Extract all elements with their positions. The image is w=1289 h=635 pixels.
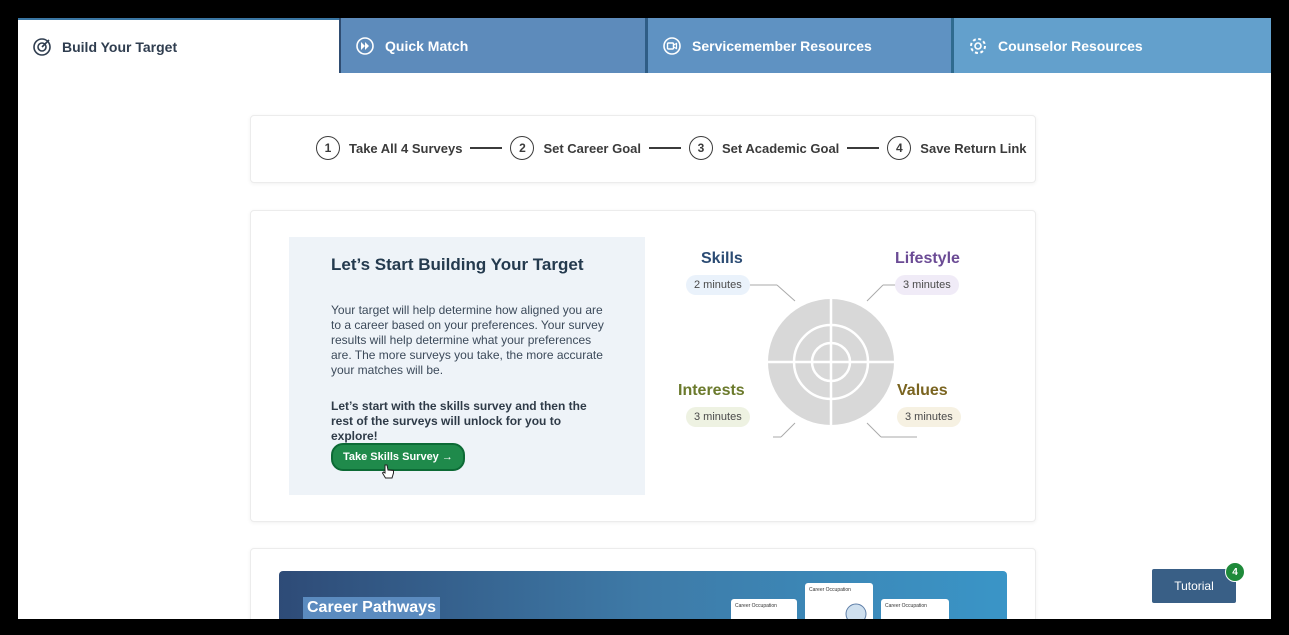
step-1: 1 Take All 4 Surveys xyxy=(316,136,462,160)
values-time-pill: 3 minutes xyxy=(897,407,961,427)
gear-icon xyxy=(970,37,986,54)
card-title: Career Occupation xyxy=(885,603,927,609)
career-card-preview: Career Occupation xyxy=(805,583,873,619)
card-title: Career Occupation xyxy=(735,603,777,609)
step-connector xyxy=(847,147,880,149)
step-4: 4 Save Return Link xyxy=(887,136,1027,160)
step-connector xyxy=(470,147,503,149)
fast-forward-icon xyxy=(356,36,374,55)
skills-label: Skills xyxy=(701,250,743,267)
career-pathways-banner: Career Pathways Career Occupation Career… xyxy=(279,571,1007,619)
step-label: Take All 4 Surveys xyxy=(349,140,463,156)
tab-quick-match[interactable]: Quick Match xyxy=(339,18,645,73)
intro-instructions: Let’s start with the skills survey and t… xyxy=(331,399,587,443)
step-2: 2 Set Career Goal xyxy=(510,136,641,160)
career-pathways-title: Career Pathways xyxy=(303,597,440,619)
take-skills-survey-button[interactable]: Take Skills Survey → xyxy=(331,443,465,471)
tab-label: Build Your Target xyxy=(62,38,178,55)
tab-build-your-target[interactable]: Build Your Target xyxy=(18,18,339,73)
app-frame: Build Your Target Quick Match Servicemem… xyxy=(18,18,1271,619)
step-label: Set Career Goal xyxy=(543,140,641,156)
tutorial-badge: 4 xyxy=(1225,562,1245,582)
interests-time-pill: 3 minutes xyxy=(686,407,750,427)
step-3: 3 Set Academic Goal xyxy=(689,136,839,160)
step-label: Set Academic Goal xyxy=(722,140,840,156)
lifestyle-label: Lifestyle xyxy=(895,250,960,267)
tab-servicemember-resources[interactable]: Servicemember Resources xyxy=(645,18,951,73)
build-target-card: Let’s Start Building Your Target Your ta… xyxy=(250,210,1036,522)
card-title: Career Occupation xyxy=(809,587,851,593)
tab-label: Servicemember Resources xyxy=(692,37,872,54)
video-icon xyxy=(663,36,681,55)
step-number: 3 xyxy=(689,136,713,160)
values-label: Values xyxy=(897,382,948,399)
tab-counselor-resources[interactable]: Counselor Resources xyxy=(951,18,1271,73)
step-label: Save Return Link xyxy=(920,140,1027,156)
progress-stepper: 1 Take All 4 Surveys 2 Set Career Goal 3… xyxy=(250,115,1036,183)
lifestyle-time-pill: 3 minutes xyxy=(895,275,959,295)
step-connector xyxy=(649,147,681,149)
career-pathways-card: Career Pathways Career Occupation Career… xyxy=(250,548,1036,619)
pie-thumbnail-icon xyxy=(845,603,867,619)
intro-title: Let’s Start Building Your Target xyxy=(331,255,584,274)
target-icon xyxy=(33,37,51,56)
tab-label: Counselor Resources xyxy=(998,37,1143,54)
interests-label: Interests xyxy=(678,382,745,399)
target-diagram: Skills 2 minutes Lifestyle 3 minutes Int… xyxy=(678,250,991,469)
career-card-preview: Career Occupation xyxy=(731,599,797,619)
tab-label: Quick Match xyxy=(385,37,469,54)
step-number: 4 xyxy=(887,136,912,160)
tutorial-button[interactable]: Tutorial xyxy=(1152,569,1236,603)
career-card-preview: Career Occupation xyxy=(881,599,949,619)
intro-panel: Let’s Start Building Your Target Your ta… xyxy=(289,237,645,495)
step-number: 2 xyxy=(510,136,535,160)
step-number: 1 xyxy=(316,136,340,160)
hand-cursor-icon xyxy=(381,464,394,479)
skills-time-pill: 2 minutes xyxy=(686,275,750,295)
tab-bar: Build Your Target Quick Match Servicemem… xyxy=(18,18,1271,73)
intro-description: Your target will help determine how alig… xyxy=(331,303,604,377)
